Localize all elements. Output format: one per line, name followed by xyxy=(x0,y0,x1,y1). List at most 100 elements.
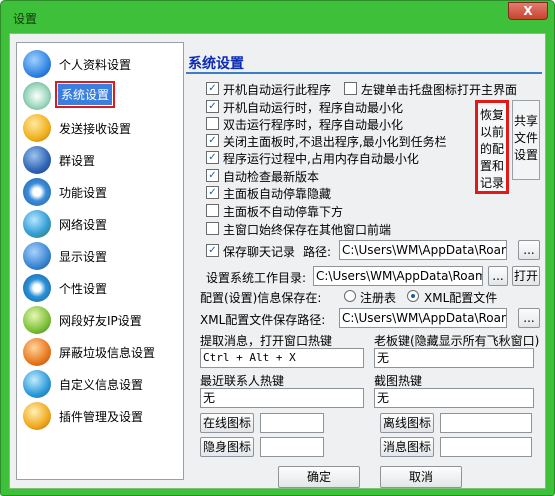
checkbox-label: 程序运行过程中,占用内存自动最小化 xyxy=(223,152,419,166)
radio-xml-label[interactable]: XML配置文件 xyxy=(424,289,497,306)
checkbox-box xyxy=(206,117,219,130)
sidebar-item-custom-info[interactable]: 自定义信息设置 xyxy=(21,369,181,399)
checkbox-label: 主面板不自动停靠下方 xyxy=(223,205,344,219)
group-icon xyxy=(23,146,51,174)
checkbox-label: 自动检查最新版本 xyxy=(223,170,320,184)
sidebar-item-block-spam[interactable]: 屏蔽垃圾信息设置 xyxy=(21,337,181,367)
sidebar-item-display[interactable]: 显示设置 xyxy=(21,241,181,271)
sidebar-item-label: 系统设置 xyxy=(54,81,116,108)
display-icon xyxy=(23,242,51,270)
open-workdir-button[interactable]: 打开 xyxy=(512,266,540,286)
checkbox-box xyxy=(206,204,219,217)
chat-path-input[interactable]: C:\Users\WM\AppData\Roaming xyxy=(339,240,507,260)
browse-workdir-button[interactable]: ... xyxy=(488,266,508,286)
online-icon-button[interactable]: 在线图标 xyxy=(200,413,254,433)
block-spam-icon xyxy=(23,338,51,366)
screenshot-hotkey-input[interactable]: 无 xyxy=(374,388,534,408)
send-receive-icon xyxy=(23,114,51,142)
settings-window: 设置 X 个人资料设置 系统设置 发送接收设置 群设置 功能设置 网络设置 显示… xyxy=(0,0,555,496)
settings-sidebar: 个人资料设置 系统设置 发送接收设置 群设置 功能设置 网络设置 显示设置 个性… xyxy=(16,42,184,480)
network-icon xyxy=(23,210,51,238)
offline-icon-input[interactable] xyxy=(440,413,532,433)
sidebar-item-plugin[interactable]: 插件管理及设置 xyxy=(21,401,181,431)
share-files-button[interactable]: 共享文件设置 xyxy=(512,100,540,180)
client-area: 个人资料设置 系统设置 发送接收设置 群设置 功能设置 网络设置 显示设置 个性… xyxy=(9,33,546,489)
workdir-input[interactable]: C:\Users\WM\AppData\Roaming xyxy=(313,266,483,286)
sidebar-item-label: 显示设置 xyxy=(59,250,108,264)
custom-info-icon xyxy=(23,370,51,398)
workdir-label: 设置系统工作目录: xyxy=(206,271,307,285)
close-button[interactable]: X xyxy=(508,2,548,20)
sidebar-item-label: 个性设置 xyxy=(59,282,108,296)
recent-contact-hotkey-label: 最近联系人热键 xyxy=(200,374,285,388)
boss-key-label: 老板键(隐藏显示所有飞秋窗口) xyxy=(374,334,540,348)
message-icon-input[interactable] xyxy=(440,437,532,457)
sidebar-item-network[interactable]: 网络设置 xyxy=(21,209,181,239)
system-settings-panel: 系统设置 ✓ 开机自动运行此程序 左键单击托盘图标打开主界面 ✓ 开机自动运行时… xyxy=(186,42,542,488)
extract-hotkey-label: 提取消息，打开窗口热键 xyxy=(200,334,333,348)
hidden-icon-button[interactable]: 隐身图标 xyxy=(200,437,254,457)
sidebar-item-label: 功能设置 xyxy=(59,186,108,200)
system-icon xyxy=(23,82,51,110)
ip-segment-icon xyxy=(23,306,51,334)
checkbox-label: 主窗口始终保存在其他窗口前端 xyxy=(223,223,392,237)
radio-registry[interactable] xyxy=(344,290,356,302)
checkmark-icon: ✓ xyxy=(206,100,219,113)
extract-hotkey-input[interactable]: Ctrl + Alt + X xyxy=(200,348,364,368)
checkbox-label: 主面板自动停靠隐藏 xyxy=(223,187,332,201)
checkmark-icon: ✓ xyxy=(206,82,219,95)
xml-path-input[interactable]: C:\Users\WM\AppData\Roaming xyxy=(339,308,507,328)
function-icon xyxy=(23,178,51,206)
checkmark-icon: ✓ xyxy=(206,134,219,147)
window-title: 设置 xyxy=(13,12,38,26)
sidebar-item-function[interactable]: 功能设置 xyxy=(21,177,181,207)
checkmark-icon: ✓ xyxy=(206,169,219,182)
sidebar-item-send-receive[interactable]: 发送接收设置 xyxy=(21,113,181,143)
checkmark-icon: ✓ xyxy=(206,151,219,164)
online-icon-input[interactable] xyxy=(260,413,324,433)
radio-xml[interactable] xyxy=(407,290,419,302)
checkbox-box xyxy=(344,82,357,95)
plugin-icon xyxy=(23,402,51,430)
restore-config-button[interactable]: 恢复以前的配置和记录 xyxy=(475,100,509,194)
checkmark-icon: ✓ xyxy=(206,244,219,257)
checkbox-label: 左键单击托盘图标打开主界面 xyxy=(361,83,518,97)
profile-icon xyxy=(23,50,51,78)
checkbox-label: 关闭主面板时,不退出程序,最小化到任务栏 xyxy=(223,135,447,149)
sidebar-item-label: 网络设置 xyxy=(59,218,108,232)
sidebar-item-label: 网段好友IP设置 xyxy=(59,314,142,328)
personalize-icon xyxy=(23,274,51,302)
checkbox-label: 保存聊天记录 xyxy=(223,245,296,259)
browse-chat-path-button[interactable]: ... xyxy=(518,240,540,260)
section-heading: 系统设置 xyxy=(186,52,542,74)
sidebar-item-ip-segment[interactable]: 网段好友IP设置 xyxy=(21,305,181,335)
recent-contact-hotkey-input[interactable]: 无 xyxy=(200,388,364,408)
checkbox-label: 开机自动运行时，程序自动最小化 xyxy=(223,101,404,115)
path-label: 路径: xyxy=(303,245,332,259)
sidebar-item-label: 个人资料设置 xyxy=(59,58,132,72)
hidden-icon-input[interactable] xyxy=(260,437,324,457)
sidebar-item-system[interactable]: 系统设置 xyxy=(21,81,181,111)
screenshot-hotkey-label: 截图热键 xyxy=(374,374,423,388)
xml-path-label: XML配置文件保存路径: xyxy=(200,313,326,327)
offline-icon-button[interactable]: 离线图标 xyxy=(380,413,434,433)
sidebar-item-personalize[interactable]: 个性设置 xyxy=(21,273,181,303)
sidebar-item-label: 自定义信息设置 xyxy=(59,378,144,392)
message-icon-button[interactable]: 消息图标 xyxy=(380,437,434,457)
page-title: 系统设置 xyxy=(188,56,244,72)
config-save-label: 配置(设置)信息保存在: xyxy=(200,291,322,305)
sidebar-item-group[interactable]: 群设置 xyxy=(21,145,181,175)
boss-key-input[interactable]: 无 xyxy=(374,348,534,368)
checkbox-box xyxy=(206,222,219,235)
radio-registry-label[interactable]: 注册表 xyxy=(360,289,396,306)
sidebar-item-label: 插件管理及设置 xyxy=(59,410,144,424)
checkbox-label: 双击运行程序时，程序自动最小化 xyxy=(223,118,404,132)
browse-xml-path-button[interactable]: ... xyxy=(518,308,540,328)
checkbox-label: 开机自动运行此程序 xyxy=(223,83,332,97)
cancel-button[interactable]: 取消 xyxy=(380,466,462,488)
sidebar-item-label: 群设置 xyxy=(59,154,96,168)
ok-button[interactable]: 确定 xyxy=(278,466,360,488)
sidebar-item-label: 发送接收设置 xyxy=(59,122,132,136)
title-bar[interactable]: 设置 X xyxy=(1,1,554,33)
sidebar-item-profile[interactable]: 个人资料设置 xyxy=(21,49,181,79)
